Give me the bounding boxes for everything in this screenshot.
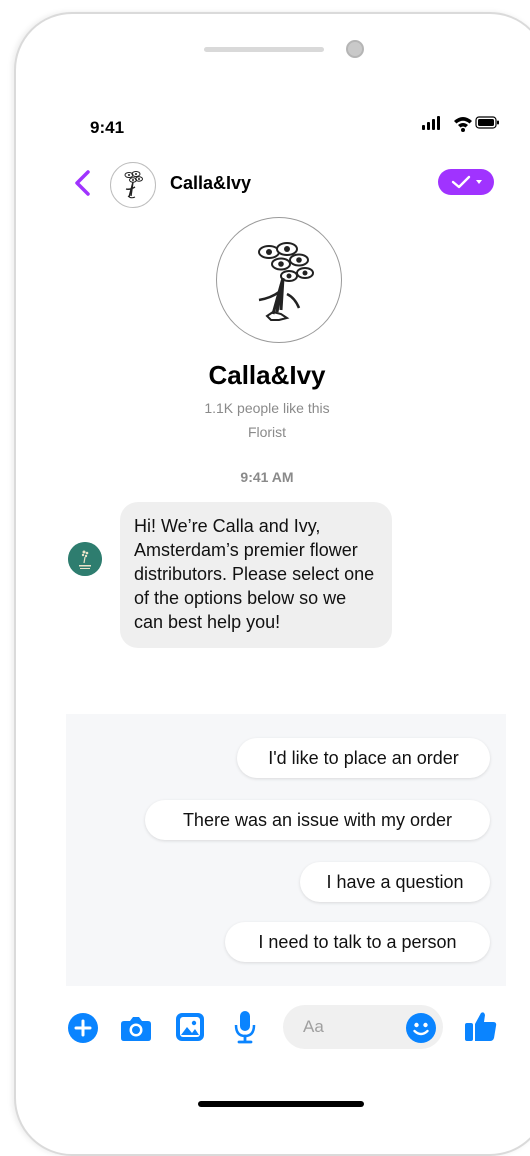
quick-reply-question[interactable]: I have a question [300, 862, 490, 902]
header-avatar[interactable] [110, 162, 156, 208]
flower-logo-icon [68, 542, 102, 576]
plus-icon[interactable] [68, 1013, 98, 1048]
quick-reply-place-order[interactable]: I'd like to place an order [237, 738, 490, 778]
profile-avatar [216, 217, 342, 343]
message-input-placeholder: Aa [303, 1017, 324, 1037]
phone-speaker [204, 47, 324, 52]
phone-camera [346, 40, 364, 58]
quick-reply-order-issue[interactable]: There was an issue with my order [145, 800, 490, 840]
caret-down-icon [475, 178, 483, 186]
bouquet-logo-icon [217, 218, 341, 342]
incoming-message-bubble: Hi! We’re Calla and Ivy, Amsterdam’s pre… [120, 502, 392, 648]
status-icons [420, 112, 500, 134]
message-sender-avatar [68, 542, 102, 576]
message-timestamp: 9:41 AM [14, 469, 530, 485]
camera-icon[interactable] [120, 1014, 152, 1047]
bouquet-logo-icon [111, 163, 155, 207]
status-time: 9:41 [90, 118, 124, 138]
signal-icon [422, 116, 440, 130]
checkmark-icon [450, 174, 472, 190]
thumbs-up-icon[interactable] [464, 1009, 498, 1048]
chevron-left-icon [70, 168, 96, 198]
home-indicator[interactable] [198, 1101, 364, 1107]
phone-frame: 9:41 [14, 12, 530, 1156]
profile-category: Florist [14, 424, 530, 440]
emoji-icon[interactable] [406, 1013, 436, 1048]
battery-icon [476, 117, 499, 128]
microphone-icon[interactable] [233, 1010, 257, 1049]
back-button[interactable] [70, 168, 96, 198]
done-check-button[interactable] [438, 169, 494, 195]
profile-name: Calla&Ivy [14, 360, 530, 391]
quick-reply-talk-to-person[interactable]: I need to talk to a person [225, 922, 490, 962]
profile-likes: 1.1K people like this [14, 400, 530, 416]
header-page-name[interactable]: Calla&Ivy [170, 173, 251, 194]
photo-icon[interactable] [175, 1012, 205, 1047]
wifi-icon [454, 117, 472, 132]
